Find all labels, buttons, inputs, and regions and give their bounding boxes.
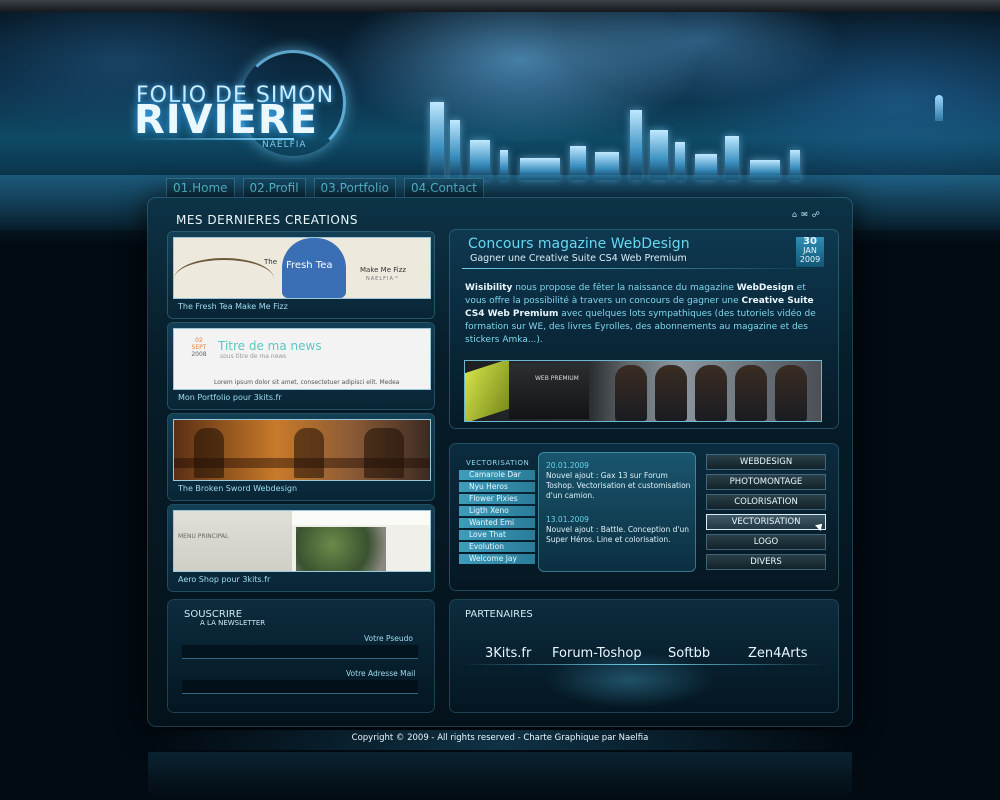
bottom-strip — [148, 752, 852, 800]
vectorisation-title: VECTORISATION — [466, 459, 530, 467]
thumb-text: Make Me Fizz — [360, 266, 407, 274]
partners-divider — [462, 664, 824, 665]
news-image[interactable]: WEB PREMIUM — [464, 360, 822, 422]
category-divers-button[interactable]: DIVERS — [707, 555, 825, 569]
vectorisation-item[interactable]: Welcome Jay — [459, 554, 535, 564]
news-date-badge: 30 JAN 2009 — [796, 237, 824, 267]
updates-box — [538, 452, 696, 572]
category-webdesign-button[interactable]: WEBDESIGN — [707, 455, 825, 469]
thumb-text: The — [264, 258, 278, 266]
vectorisation-item[interactable]: Camarole Dar — [459, 470, 535, 480]
browser-top-bar — [0, 0, 1000, 12]
home-icon[interactable]: ⌂ — [792, 210, 797, 219]
sitemap-icon[interactable]: ☍ — [812, 210, 820, 219]
creation-card-broken-sword[interactable]: The Broken Sword Webdesign — [168, 414, 434, 500]
thumb-text: sous titre de ma news — [220, 353, 287, 360]
vectorisation-item[interactable]: Love That — [459, 530, 535, 540]
partner-link-3kits[interactable]: 3Kits.fr — [485, 646, 531, 661]
creations-title: MES DERNIERES CREATIONS — [176, 213, 358, 227]
creation-thumbnail: MENU PRINCIPAL — [173, 510, 431, 572]
category-buttons: WEBDESIGN PHOTOMONTAGE COLORISATION VECT… — [707, 455, 825, 575]
partner-link-softbb[interactable]: Softbb — [668, 646, 710, 661]
creation-caption: The Fresh Tea Make Me Fizz — [178, 302, 288, 311]
vectorisation-item[interactable]: Flower Pixies — [459, 494, 535, 504]
mail-icon[interactable]: ✉ — [801, 210, 808, 219]
logo-title[interactable]: RIVIERE — [134, 97, 318, 143]
news-subtitle: Gagner une Creative Suite CS4 Web Premiu… — [470, 253, 687, 264]
partner-link-forum-toshop[interactable]: Forum-Toshop — [552, 646, 642, 661]
category-vectorisation-button[interactable]: VECTORISATION — [707, 515, 825, 529]
thumb-text: Fresh Tea — [286, 260, 333, 271]
creation-thumbnail: 02 SEPT 2008 Titre de ma news sous titre… — [173, 328, 431, 390]
nav-profil[interactable]: 02.Profil — [242, 178, 306, 197]
creation-card-aero-shop[interactable]: MENU PRINCIPAL Aero Shop pour 3kits.fr — [168, 505, 434, 591]
creation-thumbnail: The Fresh Tea Make Me Fizz NAELFIA™ — [173, 237, 431, 299]
mini-icons: ⌂ ✉ ☍ — [792, 210, 820, 219]
category-colorisation-button[interactable]: COLORISATION — [707, 495, 825, 509]
pseudo-input[interactable] — [182, 645, 418, 659]
nav-home[interactable]: 01.Home — [166, 178, 235, 197]
main-nav: 01.Home 02.Profil 03.Portfolio 04.Contac… — [166, 178, 484, 197]
vectorisation-item[interactable]: Evolution — [459, 542, 535, 552]
update-text: Nouvel ajout : Gax 13 sur Forum Toshop. … — [546, 471, 691, 500]
creation-thumbnail — [173, 419, 431, 481]
rocket-illustration — [935, 95, 943, 121]
thumb-text: NAELFIA™ — [366, 276, 400, 282]
logo-signature: NAELFIA — [262, 140, 307, 150]
update-text: Nouvel ajout : Battle. Conception d'un S… — [546, 525, 689, 544]
vectorisation-item[interactable]: Nyu Heros — [459, 482, 535, 492]
partner-link-zen4arts[interactable]: Zen4Arts — [748, 646, 808, 661]
update-date: 20.01.2009 — [546, 461, 589, 470]
creation-card-portfolio[interactable]: 02 SEPT 2008 Titre de ma news sous titre… — [168, 323, 434, 409]
news-body: Wisibility nous propose de fêter la nais… — [465, 283, 816, 345]
email-input[interactable] — [182, 680, 418, 694]
thumb-text: MENU PRINCIPAL — [178, 533, 229, 540]
vectorisation-item[interactable]: Wanted Emi — [459, 518, 535, 528]
category-photomontage-button[interactable]: PHOTOMONTAGE — [707, 475, 825, 489]
vectorisation-list: Camarole Dar Nyu Heros Flower Pixies Lig… — [459, 470, 535, 566]
update-date: 13.01.2009 — [546, 515, 589, 524]
newsletter-subtitle: A LA NEWSLETTER — [200, 619, 266, 627]
email-label: Votre Adresse Mail — [346, 669, 416, 678]
copyright-text: Copyright © 2009 - All rights reserved -… — [351, 733, 649, 743]
creation-card-fresh-tea[interactable]: The Fresh Tea Make Me Fizz NAELFIA™ The … — [168, 232, 434, 318]
thumb-text: Titre de ma news — [218, 339, 322, 353]
creation-caption: The Broken Sword Webdesign — [178, 484, 298, 493]
thumb-text: Lorem ipsum dolor sit amet, consectetuer… — [214, 379, 400, 386]
thumb-date: 02 SEPT 2008 — [191, 337, 207, 358]
nav-contact[interactable]: 04.Contact — [404, 178, 484, 197]
pseudo-label: Votre Pseudo — [364, 634, 414, 643]
city-skyline-illustration — [370, 80, 840, 180]
nav-portfolio[interactable]: 03.Portfolio — [313, 178, 396, 197]
category-logo-button[interactable]: LOGO — [707, 535, 825, 549]
creation-caption: Mon Portfolio pour 3kits.fr — [178, 393, 282, 402]
news-image-text: WEB PREMIUM — [535, 375, 579, 382]
partners-title: PARTENAIRES — [465, 609, 533, 620]
vectorisation-item[interactable]: Ligth Xeno — [459, 506, 535, 516]
news-divider — [462, 268, 824, 269]
creation-caption: Aero Shop pour 3kits.fr — [178, 575, 271, 584]
news-title[interactable]: Concours magazine WebDesign — [468, 236, 690, 252]
